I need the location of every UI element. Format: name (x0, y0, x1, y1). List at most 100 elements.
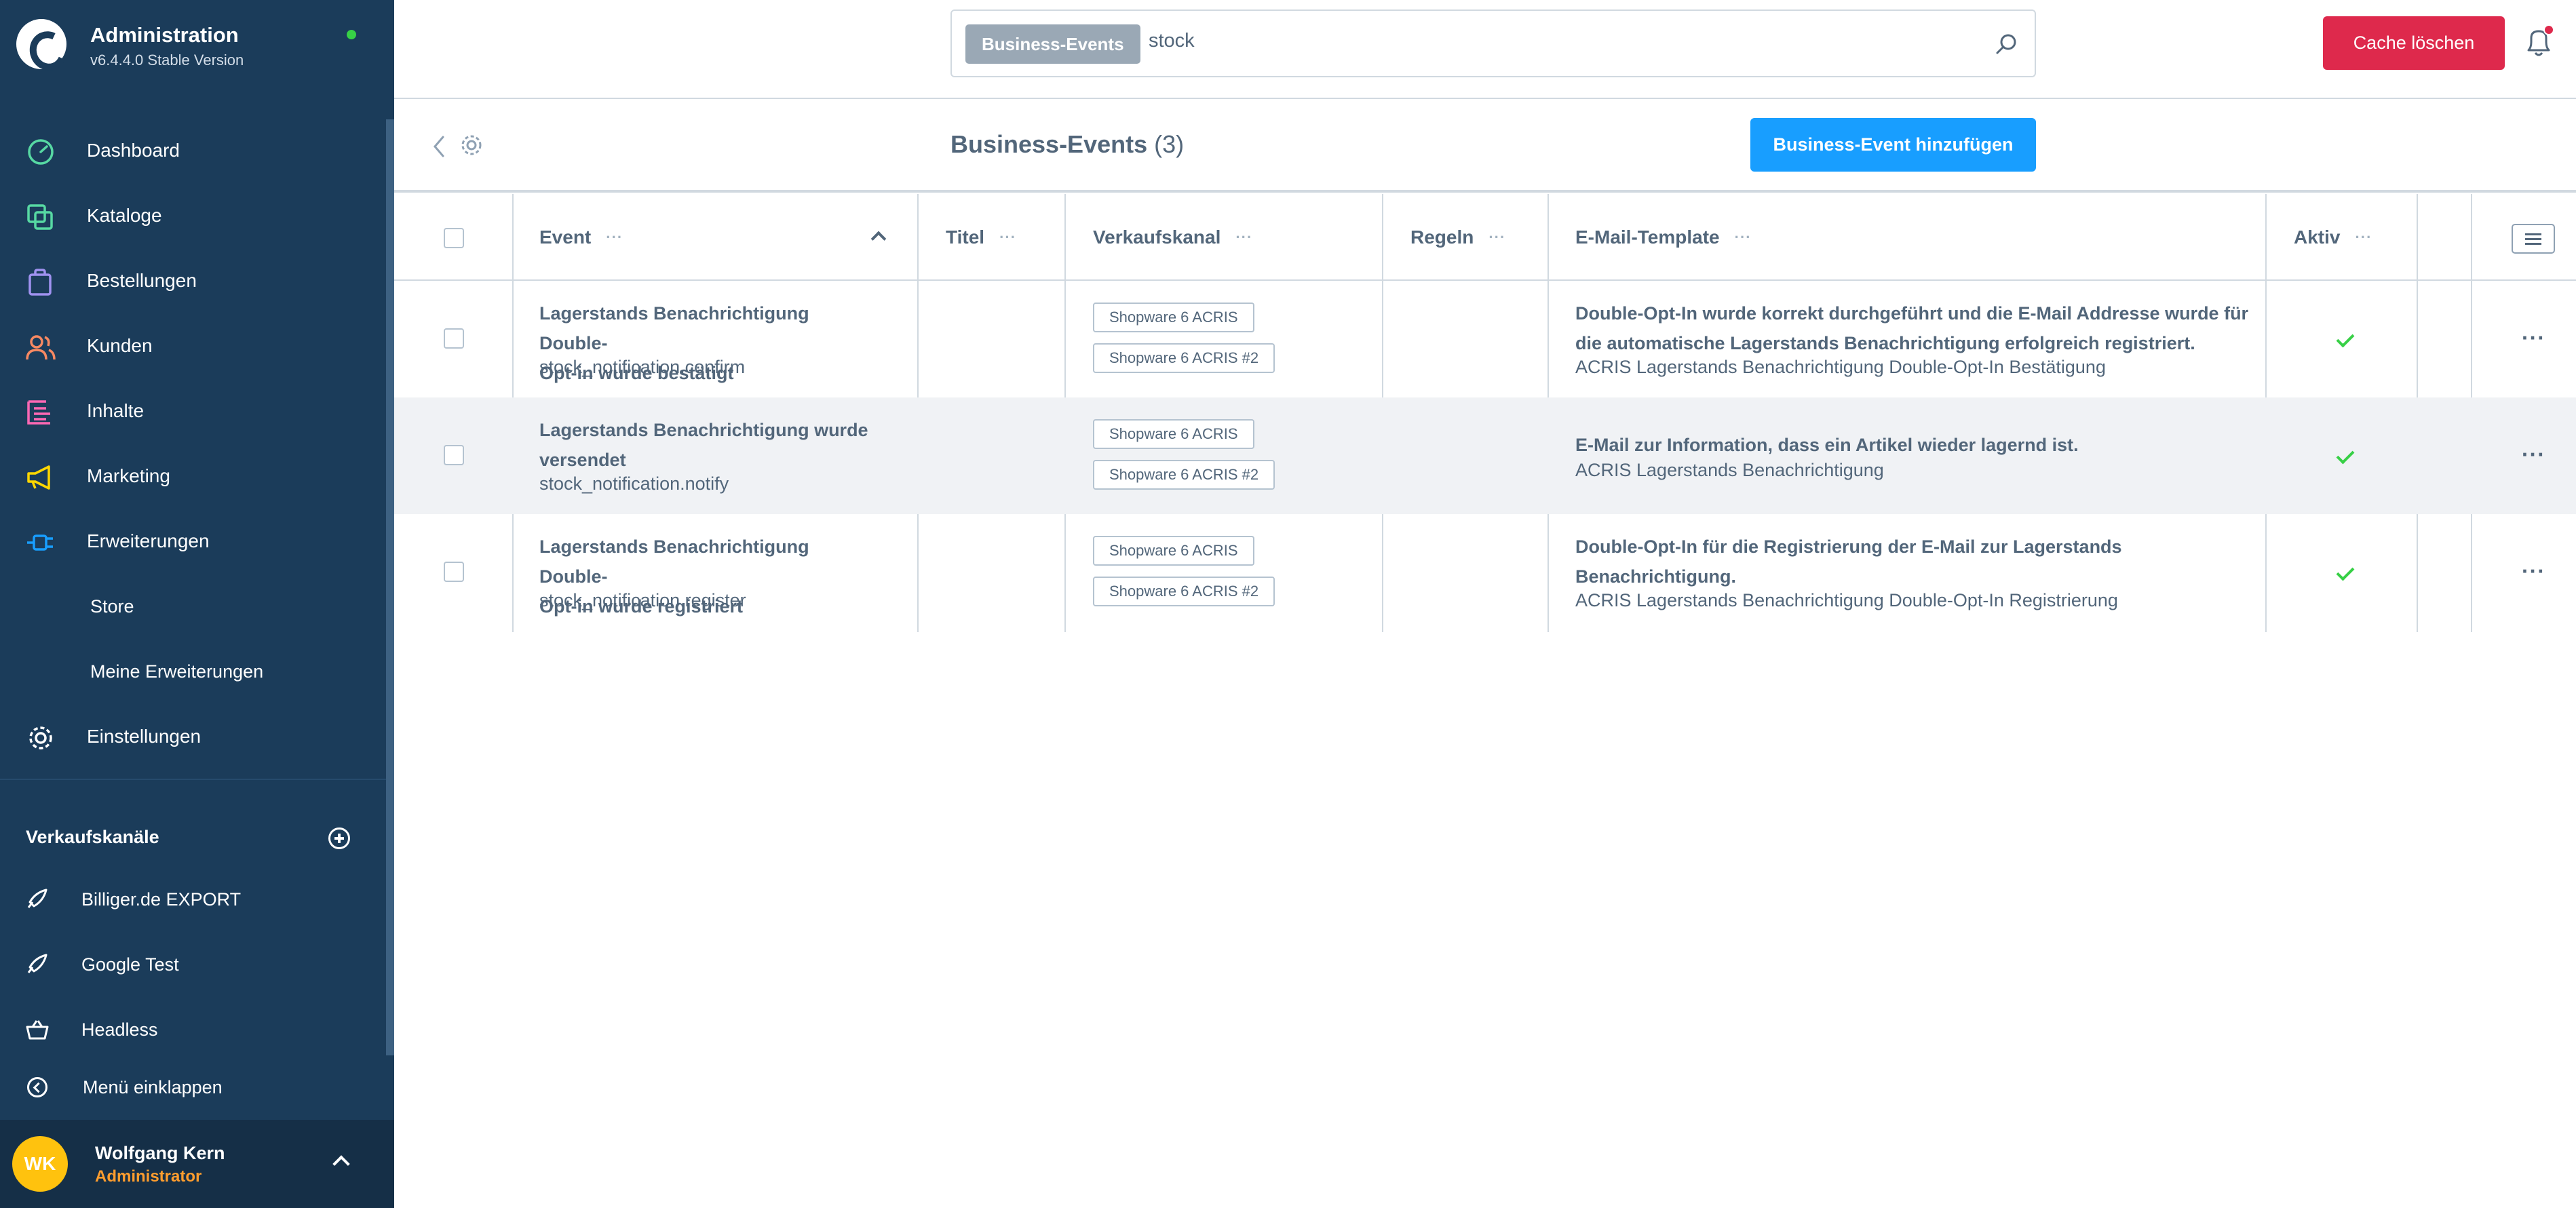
global-search[interactable]: Business-Events stock (950, 9, 2036, 77)
collapse-chevron-icon (27, 1077, 47, 1097)
grid-header: Event ··· Titel ··· Verkaufskanal ··· Regel… (394, 194, 2576, 281)
column-menu-dots[interactable]: ··· (999, 229, 1016, 246)
column-menu-dots[interactable]: ··· (1735, 229, 1752, 246)
sales-channel-item[interactable]: Google Test (0, 932, 394, 997)
row-checkbox[interactable] (444, 445, 464, 465)
mail-template-description: E-Mail zur Information, dass ein Artikel… (1575, 435, 2079, 455)
mail-template-name: ACRIS Lagerstands Benachrichtigung Doubl… (1575, 357, 2106, 377)
user-panel[interactable]: WK Wolfgang Kern Administrator (0, 1120, 394, 1208)
subnav-item-meine-erweiterungen[interactable]: Meine Erweiterungen (0, 639, 394, 704)
gauge-icon (28, 139, 54, 165)
nav-item-inhalte[interactable]: Inhalte (0, 378, 394, 444)
app-title: Administration (90, 23, 239, 47)
column-header-sales-channel[interactable]: Verkaufskanal ··· (1093, 227, 1252, 248)
row-actions-button[interactable]: ··· (2522, 442, 2545, 467)
event-title-line: Lagerstands Benachrichtigung Double- (539, 303, 809, 353)
nav-label: Inhalte (87, 400, 145, 421)
nav-label: Marketing (87, 465, 170, 486)
nav-label: Erweiterungen (87, 530, 210, 551)
sidebar-scrollbar[interactable] (386, 119, 394, 1055)
table-row[interactable]: Lagerstands Benachrichtigung Double- Opt-… (394, 281, 2576, 397)
app-version: v6.4.4.0 Stable Version (90, 52, 244, 69)
event-technical-name: stock_notification.register (539, 590, 746, 610)
column-menu-dots[interactable]: ··· (606, 229, 623, 246)
table-row[interactable]: Lagerstands Benachrichtigung wurde versen… (394, 397, 2576, 514)
column-menu-dots[interactable]: ··· (2355, 229, 2372, 246)
notification-indicator (2543, 24, 2554, 35)
row-actions-button[interactable]: ··· (2522, 559, 2545, 584)
event-title-line: versendet (539, 450, 626, 470)
nav-label: Einstellungen (87, 726, 201, 747)
sales-channel-item[interactable]: Headless (0, 997, 394, 1062)
column-menu-dots[interactable]: ··· (1488, 229, 1505, 246)
column-header-rules[interactable]: Regeln ··· (1410, 227, 1505, 248)
mail-description-line: Benachrichtigung. (1575, 566, 1737, 587)
mail-template-description: Double-Opt-In wurde korrekt durchgeführt… (1575, 298, 2261, 358)
column-header-event[interactable]: Event ··· (539, 227, 623, 248)
sales-channel-label: Google Test (81, 954, 179, 975)
nav-label: Kataloge (87, 205, 162, 226)
row-checkbox[interactable] (444, 328, 464, 349)
add-business-event-button[interactable]: Business-Event hinzufügen (1750, 118, 2036, 172)
search-input[interactable]: stock (1149, 30, 1195, 52)
column-label: Verkaufskanal (1093, 227, 1221, 248)
column-header-active[interactable]: Aktiv ··· (2294, 227, 2372, 248)
column-label: E-Mail-Template (1575, 227, 1720, 248)
basket-icon (26, 1020, 49, 1040)
user-name: Wolfgang Kern (95, 1143, 225, 1163)
gear-icon[interactable] (459, 133, 484, 157)
chevron-up-icon[interactable] (332, 1155, 350, 1173)
nav-item-marketing[interactable]: Marketing (0, 444, 394, 509)
nav-item-erweiterungen[interactable]: Erweiterungen (0, 509, 394, 574)
mail-template-name: ACRIS Lagerstands Benachrichtigung (1575, 460, 1884, 480)
sidebar-header: Administration v6.4.4.0 Stable Version (0, 0, 394, 100)
bag-icon (28, 269, 52, 296)
page-title-text: Business-Events (950, 130, 1148, 158)
row-checkbox[interactable] (444, 562, 464, 582)
column-label: Aktiv (2294, 227, 2341, 248)
business-events-grid: Event ··· Titel ··· Verkaufskanal ··· Regel… (394, 194, 2576, 632)
column-settings-button[interactable] (2512, 224, 2555, 254)
sidebar-divider (0, 779, 394, 780)
megaphone-icon (27, 465, 50, 490)
nav-label: Kunden (87, 335, 153, 356)
add-sales-channel-icon[interactable] (328, 827, 350, 849)
user-role: Administrator (95, 1167, 202, 1186)
subnav-item-store[interactable]: Store (0, 574, 394, 639)
nav-item-bestellungen[interactable]: Bestellungen (0, 248, 394, 313)
nav-item-kunden[interactable]: Kunden (0, 313, 394, 378)
column-menu-dots[interactable]: ··· (1235, 229, 1252, 246)
event-technical-name: stock_notification.confirm (539, 357, 746, 377)
event-title-line: Lagerstands Benachrichtigung Double- (539, 537, 809, 587)
row-actions-button[interactable]: ··· (2522, 326, 2545, 351)
event-title[interactable]: Lagerstands Benachrichtigung wurde versen… (539, 415, 879, 475)
nav-item-einstellungen[interactable]: Einstellungen (0, 704, 394, 769)
collapse-menu-button[interactable]: Menü einklappen (0, 1055, 394, 1120)
mail-description-line: Double-Opt-In wurde korrekt durchgeführt… (1575, 303, 2249, 324)
users-icon (26, 335, 56, 360)
column-header-mail-template[interactable]: E-Mail-Template ··· (1575, 227, 1752, 248)
avatar: WK (12, 1136, 68, 1192)
search-type-tag[interactable]: Business-Events (965, 24, 1140, 64)
column-header-title[interactable]: Titel ··· (946, 227, 1016, 248)
search-icon[interactable] (1995, 33, 2018, 56)
mail-template-name: ACRIS Lagerstands Benachrichtigung Doubl… (1575, 590, 2118, 610)
mail-description-line: Double-Opt-In für die Registrierung der … (1575, 537, 2122, 557)
back-icon[interactable] (428, 133, 448, 160)
content-icon (27, 400, 50, 425)
sales-channel-item[interactable]: Billiger.de EXPORT (0, 867, 394, 932)
plug-icon (27, 534, 53, 551)
nav-label: Bestellungen (87, 270, 197, 291)
nav-item-kataloge[interactable]: Kataloge (0, 183, 394, 248)
sales-channel-badge: Shopware 6 ACRIS (1093, 419, 1254, 449)
collapse-menu-label: Menü einklappen (83, 1076, 223, 1097)
page-title: Business-Events (3) (950, 130, 1184, 159)
shopware-logo-icon[interactable] (16, 19, 66, 69)
nav-item-dashboard[interactable]: Dashboard (0, 118, 394, 183)
table-row[interactable]: Lagerstands Benachrichtigung Double- Opt-… (394, 514, 2576, 631)
sales-channel-badge: Shopware 6 ACRIS #2 (1093, 577, 1275, 606)
sort-ascending-icon[interactable] (870, 231, 887, 247)
smart-bar: Business-Events (3) Business-Event hinzu… (394, 99, 2576, 193)
select-all-checkbox[interactable] (444, 228, 464, 248)
clear-cache-button[interactable]: Cache löschen (2323, 16, 2505, 70)
